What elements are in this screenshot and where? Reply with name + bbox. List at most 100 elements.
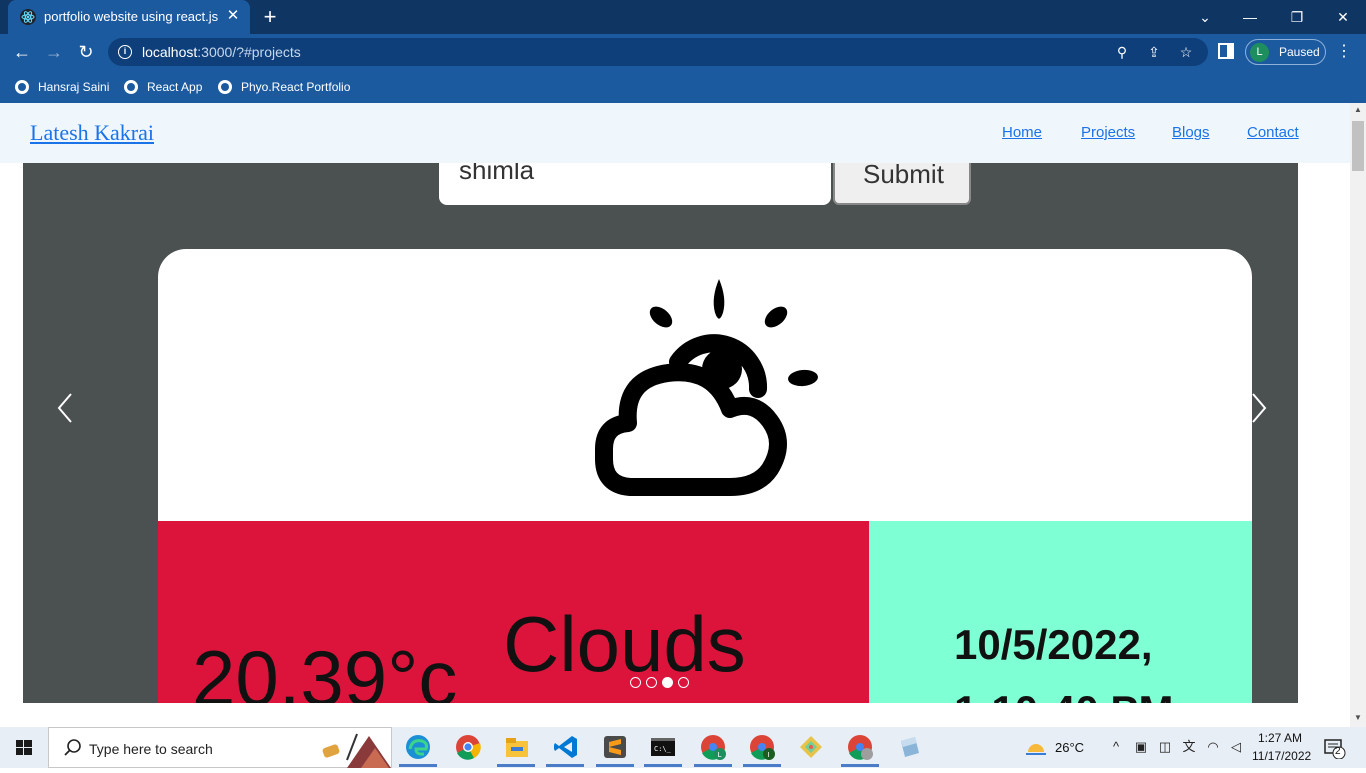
chrome-icon[interactable] xyxy=(454,733,482,761)
chrome-i-running-indicator xyxy=(743,764,781,767)
edge-icon[interactable] xyxy=(404,733,432,761)
temperature-panel: Clouds 20.39°c xyxy=(158,521,869,703)
projects-carousel: shimla Submit Clouds 20.39°c 10/5/2022, xyxy=(23,163,1298,703)
url-path: :3000/?#projects xyxy=(197,44,301,60)
browser-tab-active[interactable]: portfolio website using react.js ✕ xyxy=(8,0,250,34)
page-viewport: Latesh Kakrai Home Projects Blogs Contac… xyxy=(0,103,1350,727)
wifi-icon[interactable]: ◠ xyxy=(1205,739,1221,755)
notification-count: 2 xyxy=(1335,746,1341,757)
profile-status: Paused xyxy=(1279,45,1320,59)
restore-button[interactable]: ❐ xyxy=(1283,5,1311,29)
address-bar[interactable]: i localhost:3000/?#projects ⚲ ⇪ ☆ xyxy=(108,38,1208,66)
windows-logo-icon xyxy=(16,740,32,755)
terminal-icon[interactable]: C:\_ xyxy=(649,733,677,761)
close-tab-icon[interactable]: ✕ xyxy=(224,7,242,25)
scroll-thumb[interactable] xyxy=(1352,121,1364,171)
taskbar-date[interactable]: 11/17/2022 xyxy=(1252,749,1311,763)
share-icon[interactable]: ⇪ xyxy=(1145,43,1163,61)
chrome-profile-l-icon[interactable]: L xyxy=(699,733,727,761)
volume-icon[interactable]: ◁ xyxy=(1228,739,1244,755)
explorer-running-indicator xyxy=(497,764,535,767)
globe-icon xyxy=(124,80,138,94)
carousel-prev-button[interactable] xyxy=(51,388,81,428)
url-text[interactable]: localhost:3000/?#projects xyxy=(142,44,301,60)
sublime-text-icon[interactable] xyxy=(601,733,629,761)
time-value: 1:10:40 PM xyxy=(954,687,1173,703)
terminal-running-indicator xyxy=(644,764,682,767)
scroll-up-icon[interactable]: ▲ xyxy=(1350,105,1366,117)
vscode-running-indicator xyxy=(546,764,584,767)
scroll-down-icon[interactable]: ▼ xyxy=(1350,713,1366,725)
globe-icon xyxy=(15,80,29,94)
taskbar-time[interactable]: 1:27 AM xyxy=(1258,731,1302,745)
site-brand-link[interactable]: Latesh Kakrai xyxy=(30,120,154,146)
reload-button[interactable]: ↻ xyxy=(73,39,99,65)
meet-now-icon[interactable]: ▣ xyxy=(1133,739,1149,755)
nav-home-link[interactable]: Home xyxy=(1002,124,1042,141)
submit-button[interactable]: Submit xyxy=(833,163,971,205)
bookmarks-bar: Hansraj Saini React App Phyo.React Portf… xyxy=(0,70,1366,103)
svg-text:C:\_: C:\_ xyxy=(654,745,672,753)
carousel-indicator-1[interactable] xyxy=(630,677,641,688)
tab-search-icon[interactable]: ⌄ xyxy=(1191,5,1219,29)
carousel-indicator-4[interactable] xyxy=(678,677,689,688)
start-button[interactable] xyxy=(0,727,48,768)
file-explorer-icon[interactable] xyxy=(503,733,531,761)
notification-center-button[interactable]: 2 xyxy=(1324,739,1346,760)
vscode-icon[interactable] xyxy=(552,733,580,761)
profile-button[interactable]: L Paused xyxy=(1245,39,1326,65)
browser-titlebar: portfolio website using react.js ✕ + ⌄ —… xyxy=(0,0,1366,34)
taskbar-search-box[interactable]: Type here to search xyxy=(48,727,392,768)
forward-button[interactable]: → xyxy=(41,39,67,65)
minimize-button[interactable]: — xyxy=(1236,5,1264,29)
sublime-running-indicator xyxy=(596,764,634,767)
zoom-search-icon[interactable]: ⚲ xyxy=(1113,43,1131,61)
submit-label: Submit xyxy=(863,163,944,189)
bookmark-label: Hansraj Saini xyxy=(38,80,110,94)
search-placeholder: Type here to search xyxy=(89,741,213,757)
windows-taskbar: Type here to search C:\_ L I 26°C ^ ▣ ◫ … xyxy=(0,727,1366,768)
browser-toolbar: ← → ↻ i localhost:3000/?#projects ⚲ ⇪ ☆ … xyxy=(0,34,1366,70)
chrome-profile-user-icon[interactable] xyxy=(846,733,874,761)
partly-cloudy-icon xyxy=(595,279,818,496)
bookmark-label: React App xyxy=(147,80,203,94)
svg-text:I: I xyxy=(768,751,770,759)
weather-icon-area xyxy=(158,249,1252,521)
menu-icon[interactable]: ⋮ xyxy=(1336,40,1352,64)
carousel-next-button[interactable] xyxy=(1243,388,1273,428)
bookmark-star-icon[interactable]: ☆ xyxy=(1177,43,1195,61)
svg-text:L: L xyxy=(718,751,722,759)
date-value: 10/5/2022, xyxy=(954,621,1153,668)
carousel-indicator-3[interactable] xyxy=(662,677,673,688)
city-search-input[interactable]: shimla xyxy=(439,163,831,205)
weather-condition: Clouds xyxy=(503,600,746,688)
camera-icon[interactable]: ◫ xyxy=(1157,739,1173,755)
site-navbar: Latesh Kakrai Home Projects Blogs Contac… xyxy=(0,103,1350,163)
chevron-right-icon xyxy=(1252,393,1267,423)
git-kraken-icon[interactable] xyxy=(797,733,825,761)
side-panel-icon[interactable] xyxy=(1218,43,1234,59)
weather-card: Clouds 20.39°c 10/5/2022, 1:10:40 PM xyxy=(158,249,1252,703)
temperature-value: 20.39°c xyxy=(192,634,458,703)
site-info-icon[interactable]: i xyxy=(118,45,132,59)
chrome-l-running-indicator xyxy=(694,764,732,767)
datetime-panel: 10/5/2022, 1:10:40 PM xyxy=(869,521,1252,703)
weather-sun-icon[interactable] xyxy=(1024,736,1048,758)
nav-blogs-link[interactable]: Blogs xyxy=(1172,124,1210,141)
page-scrollbar[interactable]: ▲ ▼ xyxy=(1350,103,1366,727)
back-button[interactable]: ← xyxy=(9,39,35,65)
chrome-profile-i-icon[interactable]: I xyxy=(748,733,776,761)
tab-title: portfolio website using react.js xyxy=(44,9,219,24)
taskbar-weather[interactable]: 26°C xyxy=(1055,740,1084,755)
carousel-indicator-2[interactable] xyxy=(646,677,657,688)
nav-projects-link[interactable]: Projects xyxy=(1081,124,1135,141)
edge-running-indicator xyxy=(399,764,437,767)
avatar: L xyxy=(1250,43,1269,62)
search-icon xyxy=(64,739,81,756)
virtualbox-icon[interactable] xyxy=(895,733,923,761)
close-window-button[interactable]: ✕ xyxy=(1329,5,1357,29)
new-tab-button[interactable]: + xyxy=(258,5,282,29)
chevron-up-icon[interactable]: ^ xyxy=(1108,739,1124,755)
language-icon[interactable]: 文 xyxy=(1181,739,1197,755)
nav-contact-link[interactable]: Contact xyxy=(1247,124,1299,141)
